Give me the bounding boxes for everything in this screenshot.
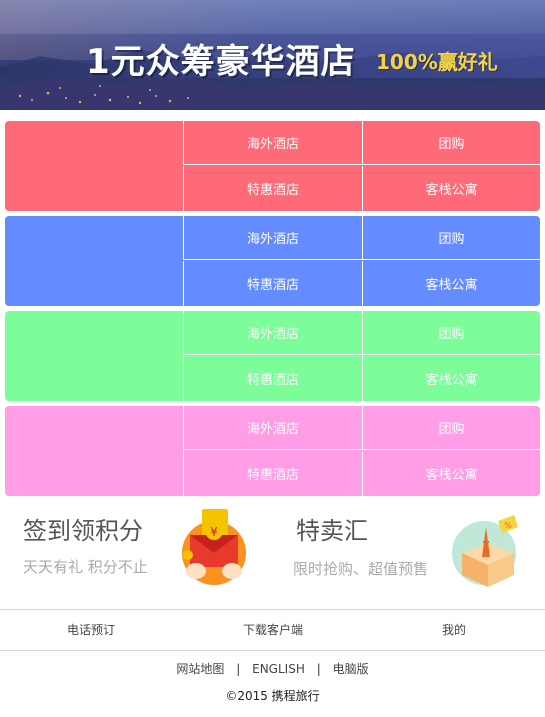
sale-promo-subtitle: 限时抢购、超值预售 (293, 560, 429, 578)
category-link-special-hotel[interactable]: 特惠酒店 (183, 166, 362, 211)
copyright-text: ©2015 携程旅行 (225, 689, 320, 703)
nav-my-account[interactable]: 我的 (384, 610, 524, 650)
travel-box-icon: % (452, 515, 518, 587)
svg-text:%: % (504, 521, 512, 530)
sale-promo[interactable]: 特卖汇 限时抢购、超值预售 % (272, 505, 545, 600)
category-link-overseas-hotel[interactable]: 海外酒店 (183, 311, 362, 355)
footer-link-english[interactable]: ENGLISH (252, 662, 305, 676)
category-block-green: 海外酒店 团购 特惠酒店 客栈公寓 (5, 311, 540, 401)
category-link-overseas-hotel[interactable]: 海外酒店 (183, 121, 362, 165)
category-block-red: 海外酒店 团购 特惠酒店 客栈公寓 (5, 121, 540, 211)
category-link-overseas-hotel[interactable]: 海外酒店 (183, 406, 362, 450)
category-link-special-hotel[interactable]: 特惠酒店 (183, 356, 362, 401)
category-main-tile[interactable] (5, 216, 183, 306)
bottom-nav: 电话预订 下载客户端 我的 (0, 609, 545, 651)
category-link-group-buy[interactable]: 团购 (362, 311, 540, 355)
footer-link-sitemap[interactable]: 网站地图 (176, 660, 224, 677)
footer-links: 网站地图 | ENGLISH | 电脑版 (0, 660, 545, 677)
category-link-inn-apartment[interactable]: 客栈公寓 (362, 261, 540, 306)
category-link-special-hotel[interactable]: 特惠酒店 (183, 261, 362, 306)
signin-promo-title: 签到领积分 (23, 517, 143, 545)
category-link-special-hotel[interactable]: 特惠酒店 (183, 451, 362, 496)
footer-separator: | (316, 662, 321, 676)
hero-banner[interactable]: 1元众筹豪华酒店 100%赢好礼 (0, 0, 545, 110)
svg-text:¥: ¥ (210, 525, 218, 539)
category-link-inn-apartment[interactable]: 客栈公寓 (362, 356, 540, 401)
category-block-blue: 海外酒店 团购 特惠酒店 客栈公寓 (5, 216, 540, 306)
category-link-inn-apartment[interactable]: 客栈公寓 (362, 166, 540, 211)
category-link-group-buy[interactable]: 团购 (362, 121, 540, 165)
nav-phone-booking[interactable]: 电话预订 (21, 610, 161, 650)
category-link-inn-apartment[interactable]: 客栈公寓 (362, 451, 540, 496)
red-envelope-icon: ¥ (182, 509, 246, 585)
category-link-group-buy[interactable]: 团购 (362, 216, 540, 260)
banner-title: 1元众筹豪华酒店 (86, 42, 356, 82)
banner-subtitle: 100%赢好礼 (376, 50, 498, 74)
footer-link-desktop-version[interactable]: 电脑版 (333, 660, 369, 677)
category-link-overseas-hotel[interactable]: 海外酒店 (183, 216, 362, 260)
footer-separator: | (236, 662, 241, 676)
category-main-tile[interactable] (5, 121, 183, 211)
category-block-pink: 海外酒店 团购 特惠酒店 客栈公寓 (5, 406, 540, 496)
category-main-tile[interactable] (5, 406, 183, 496)
signin-promo-subtitle: 天天有礼 积分不止 (23, 558, 148, 576)
category-main-tile[interactable] (5, 311, 183, 401)
nav-download-app[interactable]: 下载客户端 (203, 610, 343, 650)
signin-promo[interactable]: 签到领积分 天天有礼 积分不止 ¥ (0, 505, 272, 600)
category-link-group-buy[interactable]: 团购 (362, 406, 540, 450)
sale-promo-title: 特卖汇 (296, 517, 368, 545)
